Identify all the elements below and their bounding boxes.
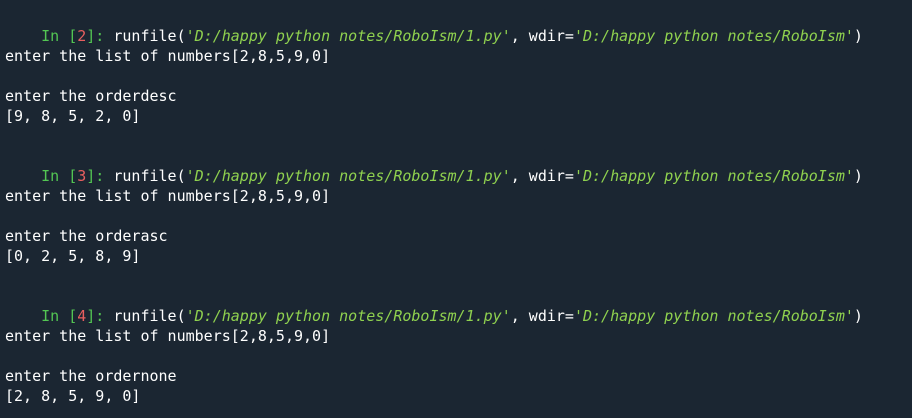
runfile-call: runfile(: [113, 167, 186, 185]
ipython-console[interactable]: In [2]: runfile('D:/happy python notes/R…: [0, 0, 912, 418]
prompt-number: 2: [77, 27, 87, 45]
file-path-string: 'D:/happy python notes/RoboIsm/1.py': [185, 167, 511, 185]
output-order-prompt: enter the orderasc: [5, 227, 168, 245]
output-order-prompt: enter the ordernone: [5, 367, 177, 385]
wdir-keyword: , wdir=: [510, 307, 574, 325]
output-result: [9, 8, 5, 2, 0]: [5, 107, 141, 125]
output-result: [2, 8, 5, 9, 0]: [5, 387, 141, 405]
wdir-path-string: 'D:/happy python notes/RoboIsm': [573, 167, 854, 185]
prompt-close: ]:: [86, 167, 105, 185]
prompt-in: In [: [41, 27, 78, 45]
input-line[interactable]: In [2]: runfile('D:/happy python notes/R…: [5, 6, 863, 45]
prompt-in: In [: [41, 167, 78, 185]
output-order-prompt: enter the orderdesc: [5, 87, 177, 105]
wdir-keyword: , wdir=: [510, 27, 574, 45]
runfile-call: runfile(: [113, 307, 186, 325]
output-list-prompt: enter the list of numbers[2,8,5,9,0]: [5, 187, 331, 205]
prompt-number: 4: [77, 307, 87, 325]
runfile-call: runfile(: [113, 27, 186, 45]
close-paren: ): [853, 307, 863, 325]
prompt-number: 3: [77, 167, 87, 185]
file-path-string: 'D:/happy python notes/RoboIsm/1.py': [185, 307, 511, 325]
close-paren: ): [853, 167, 863, 185]
output-result: [0, 2, 5, 8, 9]: [5, 247, 141, 265]
prompt-close: ]:: [86, 307, 105, 325]
input-line[interactable]: In [4]: runfile('D:/happy python notes/R…: [5, 286, 863, 325]
output-list-prompt: enter the list of numbers[2,8,5,9,0]: [5, 327, 331, 345]
prompt-in: In [: [41, 307, 78, 325]
file-path-string: 'D:/happy python notes/RoboIsm/1.py': [185, 27, 511, 45]
wdir-path-string: 'D:/happy python notes/RoboIsm': [573, 27, 854, 45]
input-line[interactable]: In [3]: runfile('D:/happy python notes/R…: [5, 146, 863, 185]
close-paren: ): [853, 27, 863, 45]
prompt-close: ]:: [86, 27, 105, 45]
wdir-keyword: , wdir=: [510, 167, 574, 185]
output-list-prompt: enter the list of numbers[2,8,5,9,0]: [5, 47, 331, 65]
wdir-path-string: 'D:/happy python notes/RoboIsm': [573, 307, 854, 325]
